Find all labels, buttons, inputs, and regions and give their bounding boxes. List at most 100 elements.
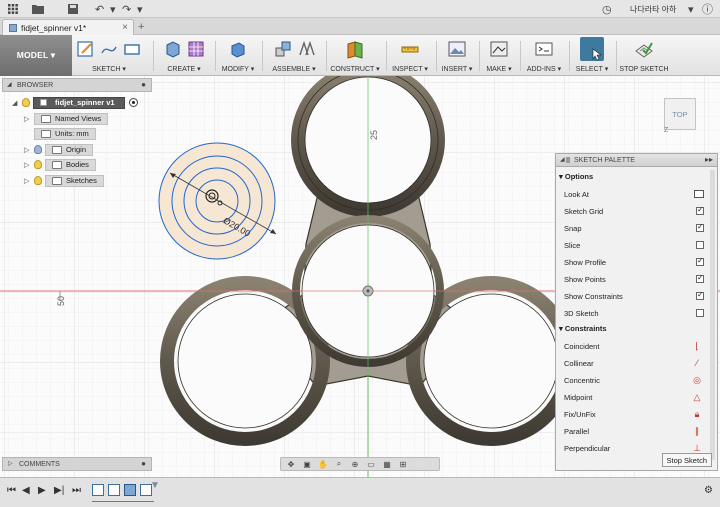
expand-icon[interactable]: ▷ <box>24 146 34 154</box>
viewports-icon[interactable]: ⊞ <box>397 460 409 469</box>
new-component-icon[interactable] <box>273 39 293 59</box>
display-settings-icon[interactable]: ▭ <box>365 460 377 469</box>
sketch-circles[interactable] <box>158 142 277 260</box>
addins-group[interactable]: ADD-INS ▾ <box>522 35 566 76</box>
option-look-at[interactable]: Look At <box>564 187 704 201</box>
sketch-feature-icon[interactable] <box>108 484 120 496</box>
undo-icon[interactable]: ↶ <box>95 2 104 16</box>
extrude-icon[interactable] <box>163 39 183 59</box>
stop-sketch-icon[interactable] <box>634 39 654 59</box>
show-profile-checkbox[interactable] <box>696 256 704 266</box>
coincident-icon[interactable]: ⌊ <box>690 341 704 352</box>
undo-dropdown-icon[interactable]: ▾ <box>110 2 116 16</box>
sketches-box[interactable]: Sketches <box>45 174 104 187</box>
offset-plane-icon[interactable] <box>345 39 365 59</box>
palette-drag-icon[interactable] <box>566 157 570 163</box>
user-name[interactable]: 나다라타 아하 <box>630 4 676 15</box>
lock-icon[interactable]: 🔒︎ <box>690 409 704 420</box>
collapse-icon[interactable]: ◢ <box>560 156 565 163</box>
constraint-midpoint[interactable]: Midpoint △ <box>564 390 704 404</box>
tree-item-origin[interactable]: ▷ Origin <box>24 143 94 156</box>
timeline-marker-icon[interactable]: ▼ <box>150 480 160 491</box>
visibility-bulb-icon[interactable] <box>22 98 30 107</box>
press-pull-icon[interactable] <box>228 39 248 59</box>
insert-image-icon[interactable] <box>447 39 467 59</box>
constraint-fix-unfix[interactable]: Fix/UnFix 🔒︎ <box>564 407 704 421</box>
grid-icon[interactable] <box>8 2 18 16</box>
collapse-icon[interactable]: ◢ <box>7 81 12 88</box>
create-group[interactable]: CREATE ▾ <box>156 35 212 76</box>
parallel-icon[interactable]: ∥ <box>690 426 704 437</box>
option-3d-sketch[interactable]: 3D Sketch <box>564 306 704 320</box>
option-snap[interactable]: Snap <box>564 221 704 235</box>
sketch-feature-icon[interactable] <box>92 484 104 496</box>
option-show-points[interactable]: Show Points <box>564 272 704 286</box>
grid-settings-icon[interactable]: ▦ <box>381 460 393 469</box>
pan-icon[interactable]: ✋ <box>317 460 329 469</box>
option-sketch-grid[interactable]: Sketch Grid <box>564 204 704 218</box>
named-views-box[interactable]: Named Views <box>34 112 109 125</box>
sketch-grid-checkbox[interactable] <box>696 205 704 215</box>
concentric-icon[interactable]: ◎ <box>690 375 704 386</box>
perpendicular-icon[interactable]: ⊥ <box>690 443 704 454</box>
step-back-icon[interactable]: ◀ <box>22 485 30 496</box>
origin-box[interactable]: Origin <box>45 143 94 156</box>
units-box[interactable]: Units: mm <box>34 127 96 140</box>
sketch-group[interactable]: SKETCH ▾ <box>74 35 144 76</box>
redo-icon[interactable]: ↷ <box>122 2 131 16</box>
expand-icon[interactable]: ▷ <box>24 115 34 123</box>
tree-item-sketches[interactable]: ▷ Sketches <box>24 174 104 187</box>
workspace-switcher[interactable]: MODEL ▾ <box>0 35 72 76</box>
viewcube[interactable]: TOP <box>664 98 696 130</box>
assemble-group[interactable]: ASSEMBLE ▾ <box>264 35 324 76</box>
orbit-icon[interactable]: ✥ <box>285 460 297 469</box>
select-icon[interactable] <box>580 37 604 61</box>
option-show-profile[interactable]: Show Profile <box>564 255 704 269</box>
folder-icon[interactable] <box>32 2 44 16</box>
clock-icon[interactable]: ◷ <box>602 2 612 16</box>
collinear-icon[interactable]: ⁄ <box>690 358 704 368</box>
tree-item-named-views[interactable]: ▷ Named Views <box>24 112 109 125</box>
select-group[interactable]: SELECT ▾ <box>571 35 613 76</box>
visibility-bulb-icon[interactable] <box>34 176 42 185</box>
document-tab[interactable]: fidjet_spinner v1* × <box>2 19 134 35</box>
create-sketch-icon[interactable] <box>76 39 96 59</box>
browser-menu-icon[interactable]: ● <box>141 80 146 89</box>
expand-icon[interactable]: ▷ <box>24 161 34 169</box>
constraint-coincident[interactable]: Coincident ⌊ <box>564 339 704 353</box>
go-to-end-icon[interactable]: ⏭ <box>72 485 81 496</box>
bodies-box[interactable]: Bodies <box>45 158 96 171</box>
fit-icon[interactable]: ⊕ <box>349 460 361 469</box>
rectangle-icon[interactable] <box>122 39 142 59</box>
inspect-group[interactable]: INSPECT ▾ <box>388 35 432 76</box>
pattern-icon[interactable] <box>186 39 206 59</box>
constraints-section[interactable]: ▾ Constraints <box>559 324 607 333</box>
help-icon[interactable]: ⓘ <box>702 2 713 16</box>
expand-icon[interactable]: ▷ <box>8 460 13 467</box>
slice-checkbox[interactable] <box>696 241 704 249</box>
3d-sketch-checkbox[interactable] <box>696 309 704 317</box>
show-points-checkbox[interactable] <box>696 273 704 283</box>
construct-group[interactable]: CONSTRUCT ▾ <box>328 35 382 76</box>
visibility-bulb-icon[interactable] <box>34 145 42 154</box>
stop-sketch-group[interactable]: STOP SKETCH <box>618 35 670 76</box>
expand-panel-icon[interactable]: ▸▸ <box>705 155 713 164</box>
option-slice[interactable]: Slice <box>564 238 704 252</box>
palette-header[interactable]: ◢ SKETCH PALETTE ▸▸ <box>556 154 717 167</box>
constraint-parallel[interactable]: Parallel ∥ <box>564 424 704 438</box>
look-at-icon[interactable]: ▣ <box>301 460 313 469</box>
timeline-settings-icon[interactable]: ⚙ <box>704 485 713 496</box>
comments-panel[interactable]: ▷ COMMENTS ● <box>2 457 152 471</box>
stop-sketch-button[interactable]: Stop Sketch <box>661 453 712 467</box>
new-tab-button[interactable]: + <box>138 21 144 33</box>
close-tab-icon[interactable]: × <box>122 22 128 33</box>
midpoint-icon[interactable]: △ <box>690 392 704 403</box>
browser-header[interactable]: ◢ BROWSER ● <box>2 78 152 92</box>
constraint-collinear[interactable]: Collinear ⁄ <box>564 356 704 370</box>
zoom-icon[interactable]: ⌕ <box>333 459 345 469</box>
user-dropdown-icon[interactable]: ▾ <box>688 2 694 16</box>
snap-checkbox[interactable] <box>696 222 704 232</box>
modify-group[interactable]: MODIFY ▾ <box>218 35 258 76</box>
save-icon[interactable] <box>68 2 78 16</box>
3d-print-icon[interactable] <box>489 39 509 59</box>
